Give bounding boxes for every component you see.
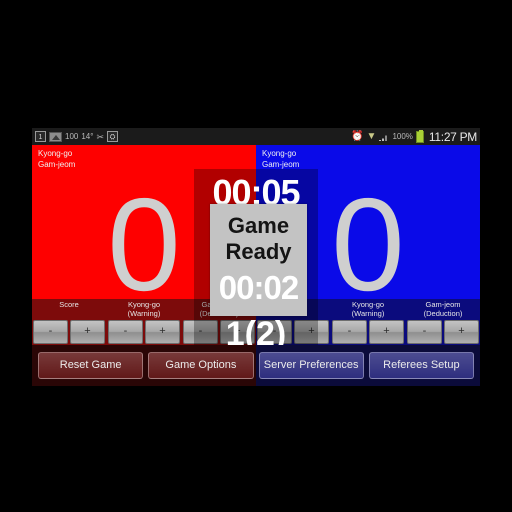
bottom-button-bar: Reset Game Game Options Server Preferenc… (32, 345, 480, 386)
red-gamjeom-label: Gam-jeom (38, 160, 76, 169)
red-score-buttons: - + (33, 320, 105, 344)
dialog-countdown-timer: 00:02 (218, 269, 299, 306)
red-kyonggo-minus-button[interactable]: - (108, 320, 143, 344)
sim-indicator-icon: 1 (35, 131, 46, 142)
wifi-icon: ▼ (366, 130, 377, 142)
blue-gamjeom-plus-button[interactable]: + (444, 320, 479, 344)
red-kyonggo-control-label-line1: Kyong-go (127, 300, 161, 309)
red-kyonggo-control-label-line2: (Warning) (127, 309, 161, 318)
red-score-control-label: Score (32, 300, 106, 309)
blue-gamjeom-control-label-line1: Gam-jeom (425, 300, 461, 309)
red-penalty-labels: Kyong-go Gam-jeom (38, 148, 75, 170)
blue-gamjeom-buttons: - + (407, 320, 479, 344)
blue-penalty-labels: Kyong-go Gam-jeom (262, 148, 299, 170)
game-options-button[interactable]: Game Options (148, 352, 254, 379)
red-score-plus-button[interactable]: + (70, 320, 105, 344)
status-bar-clock: 11:27 PM (428, 129, 477, 144)
red-score-control-label-text: Score (59, 300, 79, 309)
red-kyonggo-control-group: Kyong-go (Warning) - + (107, 299, 181, 345)
blue-kyonggo-control-label: Kyong-go (Warning) (331, 300, 405, 318)
blue-kyonggo-minus-button[interactable]: - (332, 320, 367, 344)
red-score-control-group: Score - + (32, 299, 106, 345)
blue-kyonggo-control-label-line1: Kyong-go (351, 300, 385, 309)
signal-bars-icon (379, 132, 390, 141)
temperature-icon: 14° (81, 132, 94, 141)
red-kyonggo-control-label: Kyong-go (Warning) (107, 300, 181, 318)
red-kyonggo-buttons: - + (108, 320, 180, 344)
battery-icon (415, 129, 424, 143)
device-viewport: 1 100 14° ✂ ⛭ ⏰ ▼ 100% 11:27 PM Kyong-go… (32, 128, 480, 386)
android-status-bar: 1 100 14° ✂ ⛭ ⏰ ▼ 100% 11:27 PM (32, 128, 480, 145)
referees-setup-button[interactable]: Referees Setup (368, 352, 474, 379)
blue-gamjeom-control-label: Gam-jeom (Deduction) (406, 300, 480, 318)
blue-gamjeom-control-group: Gam-jeom (Deduction) - + (406, 299, 480, 345)
button-bar-buttons: Reset Game Game Options Server Preferenc… (38, 352, 474, 379)
dialog-title-line2: Ready (225, 239, 292, 264)
blue-gamjeom-control-label-line2: (Deduction) (423, 309, 463, 318)
scissors-icon: ✂ (96, 131, 105, 142)
reset-game-button[interactable]: Reset Game (38, 352, 144, 379)
battery-percent-label: 100% (392, 132, 413, 141)
game-ready-dialog: Game Ready 00:02 (210, 204, 307, 316)
blue-kyonggo-label: Kyong-go (262, 149, 297, 158)
blue-kyonggo-plus-button[interactable]: + (369, 320, 404, 344)
status-bar-right-icons: ⏰ ▼ 100% 11:27 PM (351, 129, 477, 144)
screenshot-icon (49, 131, 62, 142)
status-bar-left-icons: 1 100 14° ✂ ⛭ (35, 131, 119, 142)
blue-kyonggo-control-group: Kyong-go (Warning) - + (331, 299, 405, 345)
blue-kyonggo-control-label-line2: (Warning) (351, 309, 385, 318)
blue-gamjeom-minus-button[interactable]: - (407, 320, 442, 344)
server-preferences-button[interactable]: Server Preferences (258, 352, 364, 379)
app-icon: ⛭ (107, 131, 119, 142)
blue-kyonggo-buttons: - + (332, 320, 404, 344)
screen-background: 1 100 14° ✂ ⛭ ⏰ ▼ 100% 11:27 PM Kyong-go… (0, 0, 512, 512)
red-score-minus-button[interactable]: - (33, 320, 68, 344)
scoreboard-app: Kyong-go Gam-jeom 0 Da Kyong-go Gam-jeom… (32, 145, 480, 386)
red-kyonggo-plus-button[interactable]: + (145, 320, 180, 344)
dialog-title: Game Ready (210, 204, 307, 265)
alarm-clock-icon: ⏰ (351, 130, 364, 142)
battery-percent-icon: 100 (65, 132, 79, 141)
red-kyonggo-label: Kyong-go (38, 149, 73, 158)
dialog-title-line1: Game (227, 213, 290, 238)
